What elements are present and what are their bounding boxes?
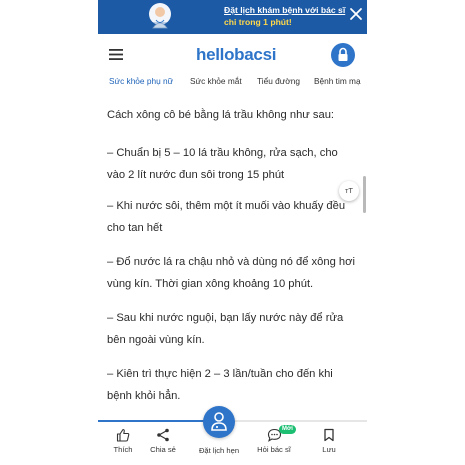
bookmark-icon bbox=[324, 428, 334, 442]
article-paragraph: – Đổ nước lá ra chậu nhỏ và dùng nó để x… bbox=[107, 256, 355, 290]
app-screen: Đặt lịch khám bệnh với bác sĩ chỉ trong … bbox=[98, 0, 367, 465]
logo-part-bacsi: bacsi bbox=[234, 45, 277, 64]
tab-benh-tim-mach[interactable]: Bệnh tim mạ bbox=[314, 76, 361, 86]
app-header: hellobacsi bbox=[98, 37, 367, 71]
hellobacsi-logo[interactable]: hellobacsi bbox=[196, 45, 276, 65]
share-label: Chia sẻ bbox=[150, 445, 176, 454]
save-label: Lưu bbox=[322, 445, 336, 454]
tab-suc-khoe-phu-nu[interactable]: Sức khỏe phụ nữ bbox=[109, 76, 173, 86]
hamburger-menu-icon[interactable] bbox=[109, 49, 123, 60]
logo-part-hello: hello bbox=[196, 45, 235, 64]
tab-suc-khoe-mat[interactable]: Sức khỏe mắt bbox=[190, 76, 242, 86]
scrollbar[interactable] bbox=[363, 176, 366, 213]
close-icon[interactable] bbox=[348, 6, 364, 22]
share-button[interactable]: Chia sẻ bbox=[138, 428, 188, 454]
thumbs-up-icon bbox=[116, 428, 130, 442]
promo-banner[interactable]: Đặt lịch khám bệnh với bác sĩ chỉ trong … bbox=[98, 0, 367, 34]
ask-doctor-label: Hỏi bác sĩ bbox=[257, 445, 291, 454]
article-paragraph: – Kiên trì thực hiện 2 – 3 lần/tuần cho … bbox=[107, 368, 333, 402]
book-appointment-label: Đặt lịch hẹn bbox=[198, 446, 240, 455]
doctor-icon bbox=[211, 412, 227, 431]
text-size-button[interactable]: тT bbox=[339, 181, 359, 201]
article-paragraph: – Sau khi nước nguội, bạn lấy nước này đ… bbox=[107, 312, 344, 346]
tab-tieu-duong[interactable]: Tiểu đường bbox=[257, 76, 300, 86]
lock-icon bbox=[338, 47, 348, 61]
article-paragraph: Cách xông cô bé bằng lá trầu không như s… bbox=[107, 109, 335, 121]
category-tabs: Sức khỏe phụ nữ Sức khỏe mắt Tiểu đường … bbox=[98, 74, 367, 90]
account-button[interactable] bbox=[331, 43, 355, 67]
book-appointment-label-wrap[interactable]: Đặt lịch hẹn bbox=[194, 446, 244, 455]
book-appointment-button[interactable] bbox=[203, 406, 235, 438]
article-paragraph: – Khi nước sôi, thêm một ít muối vào khu… bbox=[107, 200, 346, 234]
save-button[interactable]: Lưu bbox=[304, 428, 354, 454]
promo-line2: chỉ trong 1 phút! bbox=[224, 17, 292, 27]
share-icon bbox=[157, 428, 169, 442]
new-badge: Mới bbox=[279, 425, 296, 434]
article-paragraph: – Chuẩn bị 5 – 10 lá trầu không, rửa sạc… bbox=[107, 147, 338, 181]
bottom-action-bar: Thích Chia sẻ Đặt lịch hẹn Hỏi bác sĩ Mớ… bbox=[98, 406, 367, 465]
doctor-illustration-icon bbox=[148, 3, 172, 34]
promo-line1[interactable]: Đặt lịch khám bệnh với bác sĩ bbox=[224, 4, 348, 16]
